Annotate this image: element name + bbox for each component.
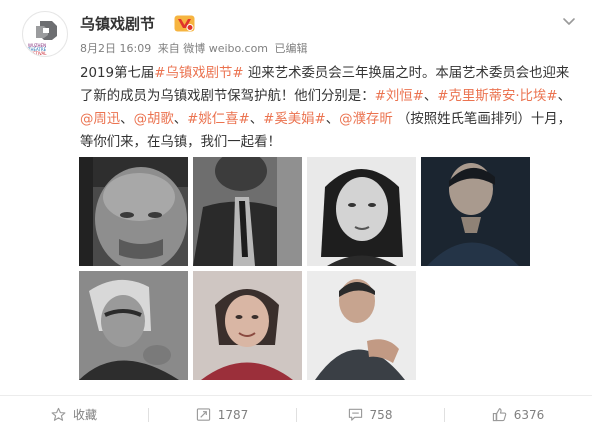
like-count: 6376 bbox=[513, 407, 545, 422]
like-button[interactable]: 6376 bbox=[444, 396, 592, 433]
photo-pu-cunxin[interactable] bbox=[307, 271, 416, 380]
comment-icon bbox=[348, 408, 362, 421]
topic-link-wuzhen[interactable]: #乌镇戏剧节# bbox=[154, 66, 243, 81]
thumbs-up-icon bbox=[492, 408, 506, 422]
photo-hu-ge[interactable] bbox=[421, 157, 530, 266]
photo-zhou-xun[interactable] bbox=[307, 157, 416, 266]
photo-xi-meijuan[interactable] bbox=[193, 271, 302, 380]
mention-link-hu-ge[interactable]: @胡歌 bbox=[134, 112, 174, 127]
post-time[interactable]: 8月2日 16:09 bbox=[80, 42, 151, 55]
mention-link-pu-cunxin[interactable]: @濮存昕 bbox=[339, 112, 393, 127]
comment-button[interactable]: 758 bbox=[296, 396, 444, 433]
edited-label: 已编辑 bbox=[274, 42, 308, 55]
star-icon bbox=[51, 407, 66, 421]
text-separator: 、 bbox=[173, 112, 188, 127]
repost-button[interactable]: 1787 bbox=[148, 396, 296, 433]
topic-link-krzysztof[interactable]: #克里斯蒂安·比埃# bbox=[437, 89, 557, 104]
svg-text:FESTIVAL: FESTIVAL bbox=[28, 51, 47, 56]
action-bar: 收藏 1787 758 6376 bbox=[0, 396, 592, 433]
repost-icon bbox=[196, 408, 210, 421]
topic-link-liu-heng[interactable]: #刘恒# bbox=[375, 89, 424, 104]
text-separator: 、 bbox=[120, 112, 134, 127]
photo-liu-heng[interactable] bbox=[79, 157, 188, 266]
repost-count: 1787 bbox=[217, 407, 249, 422]
text-segment: 2019第七届 bbox=[80, 66, 155, 81]
topic-link-xi-meijuan[interactable]: #奚美娟# bbox=[263, 112, 326, 127]
photo-yao-renxi[interactable] bbox=[79, 271, 188, 380]
author-name[interactable]: 乌镇戏剧节 bbox=[80, 14, 155, 34]
photo-grid bbox=[79, 157, 531, 382]
text-separator: 、 bbox=[325, 112, 340, 127]
wuzhen-logo-icon: WUZHEN THEATRE FESTIVAL bbox=[27, 21, 57, 56]
post-source[interactable]: 来自 微博 weibo.com bbox=[158, 42, 268, 55]
favorite-label: 收藏 bbox=[72, 408, 97, 422]
vip-badge-icon[interactable] bbox=[174, 15, 195, 32]
post-text: 2019第七届#乌镇戏剧节# 迎来艺术委员会三年换届之时。本届艺术委员会也迎来了… bbox=[80, 62, 574, 154]
text-separator: 、 bbox=[423, 89, 438, 104]
text-separator: 、 bbox=[249, 112, 264, 127]
text-separator: 、 bbox=[557, 89, 572, 104]
weibo-post-card: WUZHEN THEATRE FESTIVAL 乌镇戏剧节 8月2日 16:09… bbox=[0, 0, 592, 433]
author-avatar[interactable]: WUZHEN THEATRE FESTIVAL bbox=[22, 11, 68, 57]
mention-link-zhou-xun[interactable]: @周迅 bbox=[80, 112, 120, 127]
chevron-down-icon[interactable] bbox=[560, 13, 578, 31]
comment-count: 758 bbox=[369, 407, 393, 422]
favorite-button[interactable]: 收藏 bbox=[0, 396, 148, 433]
post-meta: 8月2日 16:09 来自 微博 weibo.com 已编辑 bbox=[80, 41, 311, 57]
photo-krzysztof[interactable] bbox=[193, 157, 302, 266]
topic-link-yao-renxi[interactable]: #姚仁喜# bbox=[187, 112, 250, 127]
